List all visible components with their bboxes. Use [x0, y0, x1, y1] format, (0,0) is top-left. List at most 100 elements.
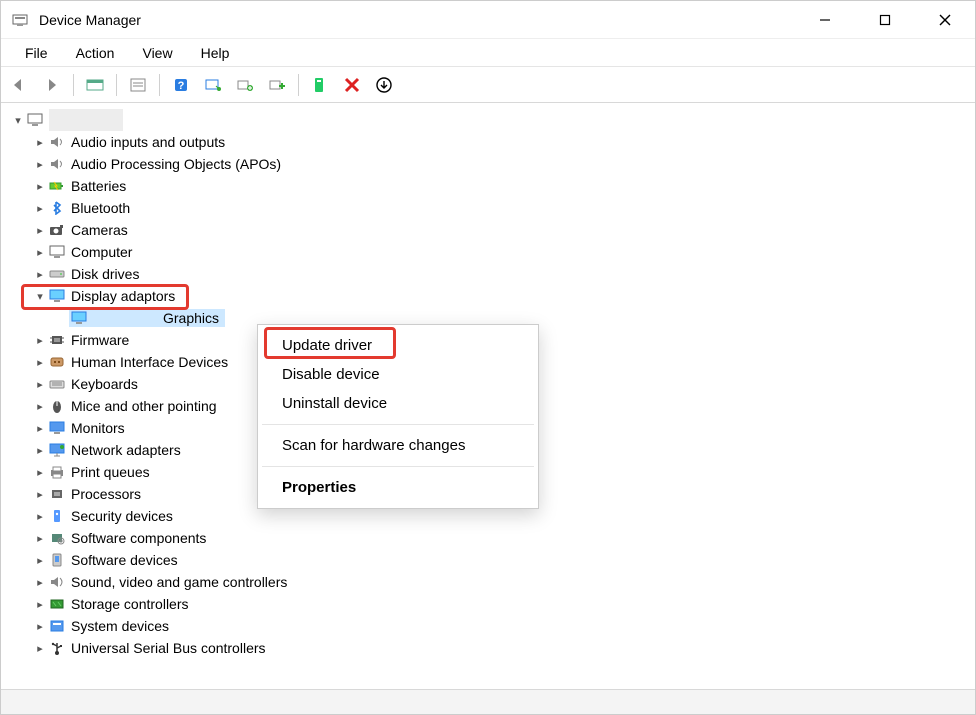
- update-driver-button[interactable]: [232, 72, 258, 98]
- chevron-right-icon[interactable]: ▸: [33, 444, 47, 457]
- minimize-button[interactable]: [795, 1, 855, 38]
- ctx-update-driver[interactable]: Update driver: [258, 331, 538, 360]
- toolbar-separator: [73, 74, 74, 96]
- chevron-right-icon[interactable]: ▸: [33, 488, 47, 501]
- toolbar: ?: [1, 67, 975, 103]
- back-button[interactable]: [7, 72, 33, 98]
- menu-view[interactable]: View: [128, 41, 186, 65]
- tree-item-label: Batteries: [71, 178, 126, 194]
- uninstall-button[interactable]: [307, 72, 333, 98]
- chevron-right-icon[interactable]: ▸: [33, 532, 47, 545]
- chevron-right-icon[interactable]: ▸: [33, 576, 47, 589]
- monitor-icon: [47, 419, 67, 437]
- show-hidden-button[interactable]: [82, 72, 108, 98]
- ctx-properties[interactable]: Properties: [258, 473, 538, 502]
- tree-item[interactable]: ▸Universal Serial Bus controllers: [33, 637, 975, 659]
- chevron-right-icon[interactable]: ▸: [33, 378, 47, 391]
- storage-icon: [47, 595, 67, 613]
- title-bar: Device Manager: [1, 1, 975, 39]
- chip-icon: [47, 331, 67, 349]
- tree-item[interactable]: ▸ Batteries: [33, 175, 975, 197]
- chevron-right-icon[interactable]: ▸: [33, 136, 47, 149]
- sound-icon: [47, 573, 67, 591]
- close-button[interactable]: [915, 1, 975, 38]
- chevron-down-icon[interactable]: ▾: [11, 114, 25, 127]
- chevron-right-icon[interactable]: ▸: [33, 180, 47, 193]
- computer-icon: [25, 111, 45, 129]
- toolbar-separator: [159, 74, 160, 96]
- tree-item[interactable]: ▸Cameras: [33, 219, 975, 241]
- chevron-down-icon[interactable]: ▾: [33, 290, 47, 303]
- tree-item-label: System devices: [71, 618, 169, 634]
- enable-button[interactable]: [371, 72, 397, 98]
- chevron-right-icon[interactable]: ▸: [33, 598, 47, 611]
- computer-name-blurred: [49, 109, 123, 131]
- ctx-scan-hardware[interactable]: Scan for hardware changes: [258, 431, 538, 460]
- forward-button[interactable]: [39, 72, 65, 98]
- chevron-right-icon[interactable]: ▸: [33, 554, 47, 567]
- tree-item-label: Storage controllers: [71, 596, 189, 612]
- menu-action[interactable]: Action: [62, 41, 129, 65]
- speaker-icon: [47, 155, 67, 173]
- tree-root[interactable]: ▾: [11, 109, 975, 131]
- network-icon: [47, 441, 67, 459]
- ctx-uninstall-device[interactable]: Uninstall device: [258, 389, 538, 418]
- security-icon: [47, 507, 67, 525]
- tree-item-label: Print queues: [71, 464, 150, 480]
- ctx-disable-device[interactable]: Disable device: [258, 360, 538, 389]
- disable-button[interactable]: [339, 72, 365, 98]
- properties-button[interactable]: [125, 72, 151, 98]
- svg-text:?: ?: [178, 80, 185, 92]
- status-bar: [1, 690, 975, 714]
- tree-item-label: Mice and other pointing: [71, 398, 217, 414]
- tree-item[interactable]: ▸ Computer: [33, 241, 975, 263]
- chevron-right-icon[interactable]: ▸: [33, 422, 47, 435]
- keyboard-icon: [47, 375, 67, 393]
- cpu-icon: [47, 485, 67, 503]
- chevron-right-icon[interactable]: ▸: [33, 224, 47, 237]
- chevron-right-icon[interactable]: ▸: [33, 620, 47, 633]
- scan-button[interactable]: [200, 72, 226, 98]
- tree-item[interactable]: ▸ System devices: [33, 615, 975, 637]
- menu-file[interactable]: File: [11, 41, 62, 65]
- chevron-right-icon[interactable]: ▸: [33, 246, 47, 259]
- context-menu: Update driver Disable device Uninstall d…: [257, 324, 539, 509]
- hid-icon: [47, 353, 67, 371]
- tree-item-display-adaptors[interactable]: ▾ Display adaptors: [33, 285, 975, 307]
- tree-item-label: Computer: [71, 244, 132, 260]
- tree-item-label: Human Interface Devices: [71, 354, 228, 370]
- speaker-icon: [47, 133, 67, 151]
- chevron-right-icon[interactable]: ▸: [33, 510, 47, 523]
- maximize-button[interactable]: [855, 1, 915, 38]
- toolbar-separator: [116, 74, 117, 96]
- add-legacy-button[interactable]: [264, 72, 290, 98]
- chevron-right-icon[interactable]: ▸: [33, 466, 47, 479]
- tree-item-label: Graphics: [163, 310, 219, 326]
- tree-item[interactable]: ▸Software devices: [33, 549, 975, 571]
- chevron-right-icon[interactable]: ▸: [33, 356, 47, 369]
- chevron-right-icon[interactable]: ▸: [33, 400, 47, 413]
- camera-icon: [47, 221, 67, 239]
- battery-icon: [47, 177, 67, 195]
- tree-item[interactable]: ▸ Bluetooth: [33, 197, 975, 219]
- tree-item[interactable]: ▸ Storage controllers: [33, 593, 975, 615]
- tree-item[interactable]: ▸Sound, video and game controllers: [33, 571, 975, 593]
- chevron-right-icon[interactable]: ▸: [33, 202, 47, 215]
- chevron-right-icon[interactable]: ▸: [33, 268, 47, 281]
- help-button[interactable]: ?: [168, 72, 194, 98]
- tree-item-label: Audio Processing Objects (APOs): [71, 156, 281, 172]
- chevron-right-icon[interactable]: ▸: [33, 642, 47, 655]
- chevron-right-icon[interactable]: ▸: [33, 158, 47, 171]
- tree-item[interactable]: ▸Audio inputs and outputs: [33, 131, 975, 153]
- tree-item-label: Network adapters: [71, 442, 181, 458]
- tree-item[interactable]: ▸Disk drives: [33, 263, 975, 285]
- menu-bar: File Action View Help: [1, 39, 975, 67]
- window-title: Device Manager: [39, 12, 141, 28]
- tree-item-label: Bluetooth: [71, 200, 130, 216]
- chevron-right-icon[interactable]: ▸: [33, 334, 47, 347]
- tree-item[interactable]: ▸ Software components: [33, 527, 975, 549]
- tree-item[interactable]: ▸ Audio Processing Objects (APOs): [33, 153, 975, 175]
- mouse-icon: [47, 397, 67, 415]
- tree-item-label: Software components: [71, 530, 206, 546]
- menu-help[interactable]: Help: [187, 41, 244, 65]
